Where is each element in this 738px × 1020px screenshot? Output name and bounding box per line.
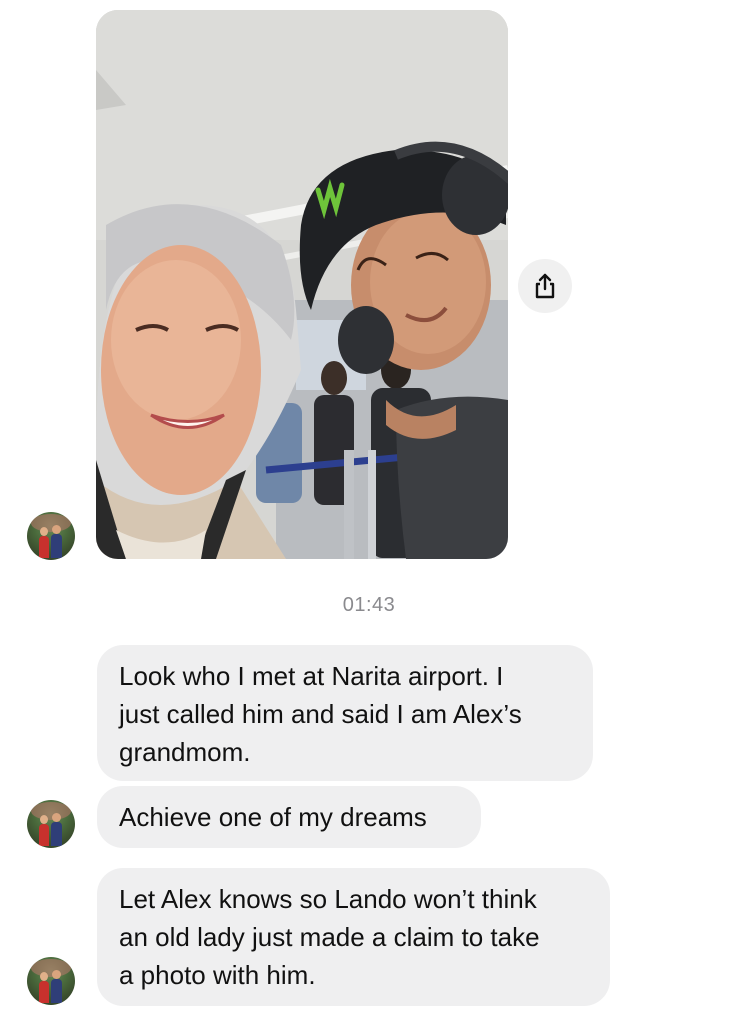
share-icon xyxy=(535,273,555,299)
selfie-photo xyxy=(96,10,508,559)
share-button[interactable] xyxy=(518,259,572,313)
sender-avatar[interactable] xyxy=(27,800,75,848)
message-timestamp: 01:43 xyxy=(342,594,396,616)
sender-avatar[interactable] xyxy=(27,957,75,1005)
message-bubble[interactable]: Look who I met at Narita airport. I just… xyxy=(97,645,593,781)
message-bubble[interactable]: Let Alex knows so Lando won’t think an o… xyxy=(97,868,610,1006)
photo-message[interactable] xyxy=(96,10,508,559)
sender-avatar[interactable] xyxy=(27,512,75,560)
message-bubble[interactable]: Achieve one of my dreams xyxy=(97,786,481,848)
